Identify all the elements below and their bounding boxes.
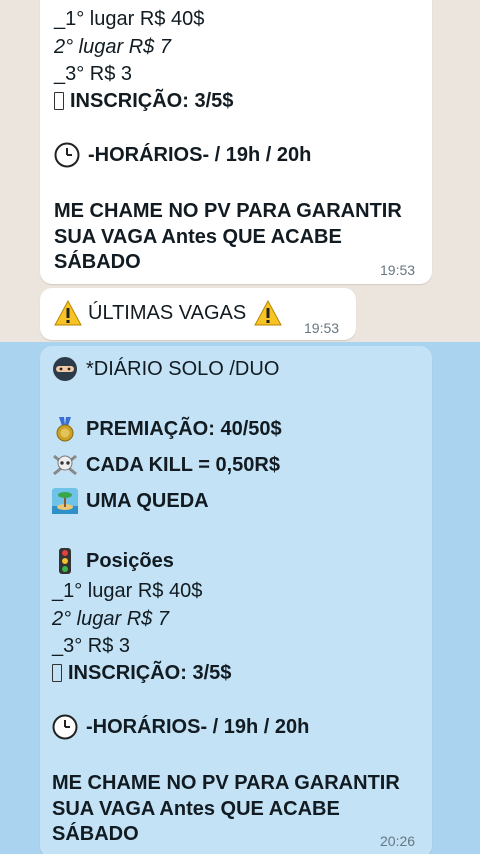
warning-icon — [254, 300, 283, 326]
message-timestamp: 19:53 — [380, 262, 416, 278]
clock-icon — [52, 714, 78, 740]
message-line: -HORÁRIOS- / 19h / 20h — [54, 142, 311, 168]
message-line: SUA VAGA Antes QUE ACABE — [52, 798, 340, 820]
message-line: _1° lugar R$ 40$ — [54, 8, 205, 30]
message-timestamp: 20:26 — [380, 833, 416, 849]
message-bubble-2[interactable]: ÚLTIMAS VAGAS 19:53 — [40, 288, 356, 340]
message-line: Posições — [52, 548, 174, 574]
message-line: _1° lugar R$ 40$ — [52, 580, 203, 602]
message-line: PREMIAÇÃO: 40/50$ — [52, 416, 282, 442]
medal-icon — [52, 416, 78, 442]
message-bubble-3[interactable]: *DIÁRIO SOLO /DUO PREMIAÇÃO: 40/50$ CADA… — [40, 346, 432, 854]
message-line: ÚLTIMAS VAGAS — [54, 300, 283, 326]
message-line: ME CHAME NO PV PARA GARANTIR — [52, 772, 400, 794]
clock-icon — [54, 142, 80, 168]
message-line: INSCRIÇÃO: 3/5$ — [54, 88, 233, 114]
missing-glyph-icon — [54, 92, 64, 110]
message-line: SÁBADO — [54, 251, 141, 273]
message-line: SÁBADO — [52, 823, 139, 845]
island-icon — [52, 488, 78, 514]
message-line: _3° R$ 3 — [54, 63, 133, 85]
ninja-icon — [52, 356, 78, 382]
skull-crossbones-icon — [52, 452, 78, 478]
message-line: INSCRIÇÃO: 3/5$ — [52, 660, 231, 686]
traffic-light-icon — [52, 548, 78, 574]
message-line: 2° lugar R$ 7 — [54, 36, 171, 58]
missing-glyph-icon — [52, 664, 62, 682]
message-line: -HORÁRIOS- / 19h / 20h — [52, 714, 309, 740]
message-line: *DIÁRIO SOLO /DUO — [52, 356, 279, 382]
message-line: UMA QUEDA — [52, 488, 209, 514]
warning-icon — [54, 300, 82, 326]
message-timestamp: 19:53 — [304, 320, 340, 336]
message-line: 2° lugar R$ 7 — [52, 608, 169, 630]
message-bubble-1[interactable]: _1° lugar R$ 40$ 2° lugar R$ 7 _3° R$ 3 … — [40, 0, 432, 284]
message-line: ME CHAME NO PV PARA GARANTIR — [54, 200, 402, 222]
message-line: _3° R$ 3 — [52, 635, 131, 657]
message-line: SUA VAGA Antes QUE ACABE — [54, 226, 342, 248]
message-line: CADA KILL = 0,50R$ — [52, 452, 280, 478]
